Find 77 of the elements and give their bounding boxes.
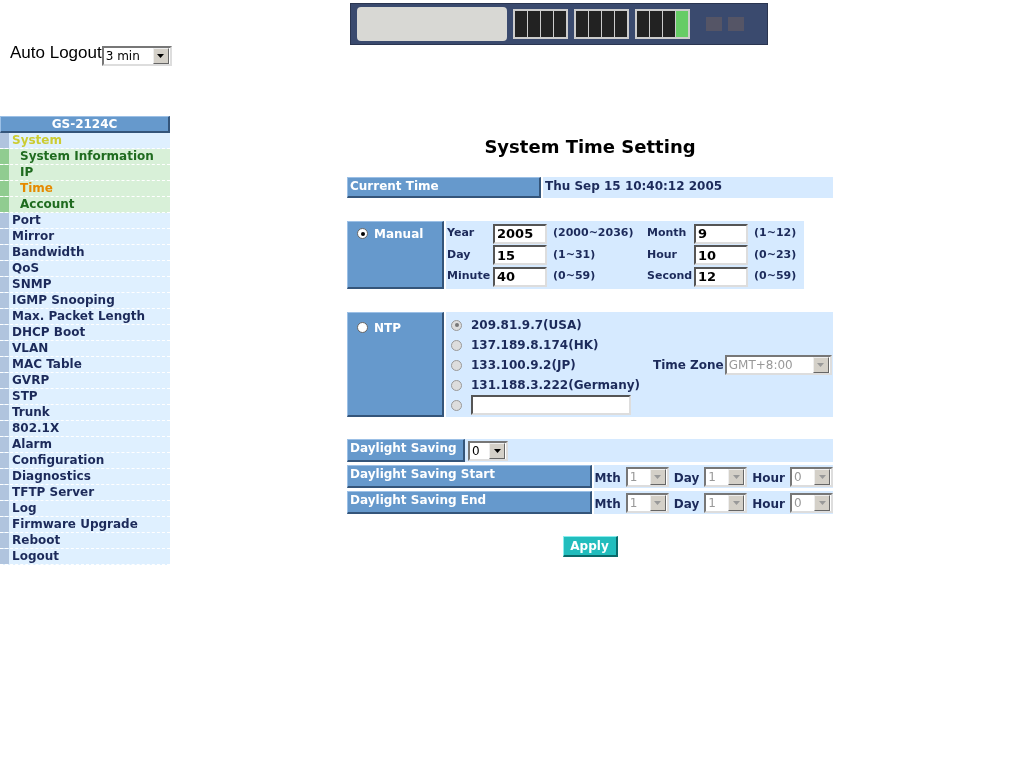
- sidebar-item[interactable]: TFTP Server: [0, 485, 170, 501]
- input-field[interactable]: 10: [694, 245, 748, 265]
- range-hint: (0~59): [753, 268, 798, 285]
- range-hint: (1~31): [552, 246, 597, 263]
- field-label: Month: [646, 225, 688, 242]
- caret-icon: [489, 442, 505, 459]
- field-label: Year: [446, 225, 476, 242]
- caret-icon: [649, 468, 666, 485]
- input-field[interactable]: 12: [694, 266, 748, 287]
- sidebar-item[interactable]: QoS: [0, 261, 170, 277]
- sidebar-item[interactable]: STP: [0, 389, 170, 405]
- field-label: Mth: [594, 469, 621, 487]
- sidebar-item[interactable]: Account: [0, 197, 170, 213]
- field-label: Mth: [594, 495, 621, 513]
- sidebar-item[interactable]: IGMP Snooping: [0, 293, 170, 309]
- sidebar-item[interactable]: Mirror: [0, 229, 170, 245]
- daylight-saving-dropdown[interactable]: 0: [468, 440, 508, 461]
- sidebar-item[interactable]: Reboot: [0, 533, 170, 549]
- ntp-server-label: 133.100.9.2(JP): [471, 357, 576, 374]
- field-label: Day: [446, 246, 472, 263]
- sidebar-item[interactable]: DHCP Boot: [0, 325, 170, 341]
- field-label: Minute: [446, 268, 492, 285]
- current-time-value: Thu Sep 15 10:40:12 2005: [543, 177, 833, 198]
- daylight-saving-row-label: Daylight Saving Start: [347, 465, 592, 488]
- current-time-label: Current Time: [347, 177, 541, 198]
- time-zone-label: Time Zone: [653, 357, 724, 374]
- caret-icon: [649, 494, 666, 511]
- ntp-server-label: 131.188.3.222(Germany): [471, 377, 640, 394]
- input-field[interactable]: 9: [694, 223, 748, 244]
- input-field[interactable]: 15: [493, 245, 547, 265]
- field-label: Day: [673, 469, 700, 487]
- sidebar-item[interactable]: 802.1X: [0, 421, 170, 437]
- sidebar-item[interactable]: IP: [0, 165, 170, 181]
- sidebar-item[interactable]: VLAN: [0, 341, 170, 357]
- field-label: Hour: [752, 469, 785, 487]
- auto-logout-dropdown[interactable]: 3 min: [101, 46, 172, 66]
- daylight-saving-label: Daylight Saving: [347, 439, 465, 462]
- sidebar-item[interactable]: GVRP: [0, 373, 170, 389]
- range-hint: (0~59): [552, 268, 597, 285]
- sidebar-item[interactable]: Diagnostics: [0, 469, 170, 485]
- caret-icon: [728, 468, 745, 485]
- sidebar-item[interactable]: Alarm: [0, 437, 170, 453]
- sidebar-item[interactable]: Firmware Upgrade: [0, 517, 170, 533]
- input-field[interactable]: 2005: [493, 223, 547, 244]
- sidebar-item[interactable]: Port: [0, 213, 170, 229]
- range-hint: (0~23): [753, 246, 798, 263]
- caret-icon: [814, 494, 830, 511]
- field-label: Second: [646, 268, 694, 285]
- radio-button[interactable]: [357, 228, 368, 239]
- range-hint: (1~12): [753, 225, 798, 242]
- ntp-server-label: 137.189.8.174(HK): [471, 337, 599, 354]
- sidebar-item[interactable]: Log: [0, 501, 170, 517]
- caret-icon: [814, 468, 830, 485]
- auto-logout-label: Auto Logout: [10, 43, 102, 63]
- sidebar-item[interactable]: Logout: [0, 549, 170, 565]
- sidebar-item[interactable]: Configuration: [0, 453, 170, 469]
- sidebar-item[interactable]: SNMP: [0, 277, 170, 293]
- sidebar-header: GS-2124C: [0, 116, 170, 133]
- ntp-server-input[interactable]: [471, 395, 631, 415]
- manual-label: Manual: [374, 228, 424, 240]
- daylight-saving-row-label: Daylight Saving End: [347, 491, 592, 514]
- ntp-server-label: 209.81.9.7(USA): [471, 317, 582, 334]
- sidebar-item[interactable]: MAC Table: [0, 357, 170, 373]
- sidebar-item[interactable]: Bandwidth: [0, 245, 170, 261]
- sidebar-item[interactable]: Trunk: [0, 405, 170, 421]
- page-title: System Time Setting: [484, 136, 696, 157]
- field-label: Hour: [646, 246, 679, 263]
- ntp-label: NTP: [374, 322, 402, 334]
- caret-icon: [728, 494, 745, 511]
- field-label: Hour: [752, 495, 785, 513]
- caret-icon: [152, 48, 169, 64]
- input-field[interactable]: 40: [493, 266, 547, 287]
- sidebar-item[interactable]: Max. Packet Length: [0, 309, 170, 325]
- sidebar-item[interactable]: System Information: [0, 149, 170, 165]
- field-label: Day: [673, 495, 700, 513]
- caret-icon: [812, 357, 829, 373]
- range-hint: (2000~2036): [552, 225, 635, 242]
